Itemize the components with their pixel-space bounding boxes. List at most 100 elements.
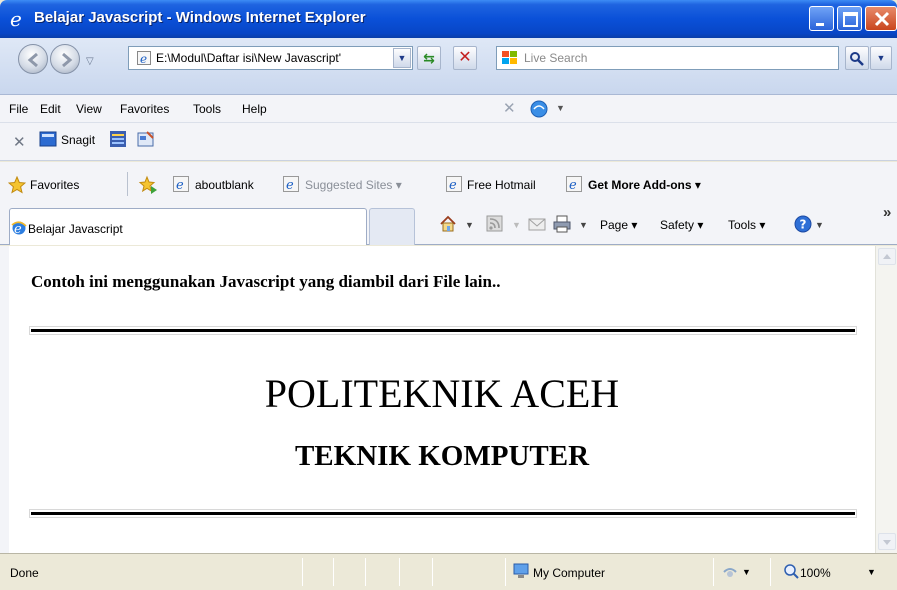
svg-text:e: e — [449, 178, 457, 192]
search-options-button[interactable]: ▼ — [870, 46, 892, 70]
address-dropdown-button[interactable]: ▼ — [393, 48, 411, 68]
back-button[interactable] — [18, 44, 48, 74]
protected-mode-dropdown[interactable]: ▼ — [742, 567, 751, 577]
status-divider — [302, 558, 303, 586]
computer-icon — [513, 563, 529, 578]
status-divider — [505, 558, 506, 586]
home-dropdown[interactable]: ▼ — [465, 220, 474, 230]
menu-edit[interactable]: Edit — [40, 102, 61, 116]
forward-icon — [62, 52, 73, 68]
snagit-capture-icon[interactable] — [109, 130, 127, 148]
help-dropdown[interactable]: ▼ — [815, 220, 824, 230]
tab-belajar-javascript[interactable]: e Belajar Javascript — [9, 208, 367, 245]
status-divider — [365, 558, 366, 586]
menu-favorites[interactable]: Favorites — [120, 102, 169, 116]
stop-button[interactable]: ✕ — [453, 46, 477, 70]
feeds-icon[interactable] — [486, 215, 504, 233]
maximize-button[interactable] — [837, 6, 862, 31]
svg-text:e: e — [10, 8, 22, 30]
status-divider — [432, 558, 433, 586]
chevron-down-icon — [883, 540, 891, 545]
back-icon — [27, 52, 38, 68]
favorite-suggested-sites[interactable]: Suggested Sites ▾ — [305, 178, 402, 192]
refresh-icon: ⇆ — [423, 50, 435, 66]
ie-page-icon: e — [566, 176, 582, 192]
zoom-icon[interactable] — [783, 563, 799, 579]
ie-logo-icon: e — [10, 8, 22, 30]
address-bar[interactable]: e E:\Modul\Daftar isi\New Javascript' ▼ — [128, 46, 413, 70]
help-dropdown[interactable]: ▼ — [556, 103, 565, 113]
close-snagit-icon[interactable]: ✕ — [13, 133, 26, 151]
print-dropdown[interactable]: ▼ — [579, 220, 588, 230]
favorites-bar: Favorites e aboutblank e Suggested Sites… — [0, 162, 897, 204]
navigation-bar: ▽ e E:\Modul\Daftar isi\New Javascript' … — [0, 38, 897, 95]
snagit-editor-icon[interactable] — [137, 130, 155, 148]
favorite-get-more-addons[interactable]: Get More Add-ons ▾ — [588, 178, 701, 192]
print-icon[interactable] — [553, 215, 571, 233]
ie-page-icon: e — [137, 51, 151, 65]
vertical-scrollbar[interactable] — [875, 246, 897, 553]
home-icon[interactable] — [439, 215, 457, 233]
close-toolbar-icon[interactable]: ✕ — [503, 99, 516, 117]
forward-button[interactable] — [50, 44, 80, 74]
tab-bar: e Belajar Javascript ▼ ▼ ▼ Page ▾ Safety… — [0, 204, 897, 245]
search-box[interactable]: Live Search — [496, 46, 839, 70]
ie-page-icon: e — [446, 176, 462, 192]
svg-text:?: ? — [800, 218, 807, 232]
protected-mode-icon[interactable] — [722, 564, 738, 580]
help-globe-icon[interactable] — [530, 100, 548, 118]
chevron-up-icon — [883, 254, 891, 259]
refresh-button[interactable]: ⇆ — [417, 46, 441, 70]
heading-politeknik: POLITEKNIK ACEH — [264, 371, 620, 416]
new-tab-button[interactable] — [369, 208, 415, 245]
recent-pages-dropdown[interactable]: ▽ — [86, 56, 94, 67]
search-button[interactable] — [845, 46, 869, 70]
add-favorite-icon[interactable] — [138, 175, 158, 195]
zoom-dropdown[interactable]: ▼ — [867, 567, 876, 577]
minimize-button[interactable] — [809, 6, 834, 31]
search-input[interactable]: Live Search — [524, 51, 587, 65]
safety-menu[interactable]: Safety ▾ — [660, 218, 703, 232]
help-icon[interactable]: ? — [794, 215, 812, 233]
page-menu[interactable]: Page ▾ — [600, 218, 637, 232]
feeds-dropdown[interactable]: ▼ — [512, 220, 521, 230]
tools-menu[interactable]: Tools ▾ — [728, 218, 765, 232]
status-bar: Done My Computer ▼ 100% ▼ — [0, 553, 897, 590]
menu-help[interactable]: Help — [242, 102, 267, 116]
svg-text:e: e — [14, 222, 22, 236]
favorites-separator — [127, 172, 128, 196]
menu-view[interactable]: View — [76, 102, 102, 116]
stop-icon: ✕ — [458, 49, 472, 66]
window-title: Belajar Javascript - Windows Internet Ex… — [34, 9, 366, 26]
svg-text:e: e — [569, 178, 577, 192]
horizontal-rule-bottom — [31, 512, 855, 515]
snagit-label[interactable]: Snagit — [61, 133, 95, 147]
scroll-up-button[interactable] — [878, 248, 896, 265]
close-button[interactable] — [865, 6, 897, 31]
status-text: Done — [10, 566, 39, 580]
title-bar[interactable]: e Belajar Javascript - Windows Internet … — [0, 0, 897, 38]
svg-text:e: e — [286, 178, 294, 192]
menu-file[interactable]: File — [9, 102, 28, 116]
mail-icon[interactable] — [528, 215, 546, 233]
snagit-icon[interactable] — [39, 130, 57, 148]
security-zone[interactable]: My Computer — [533, 566, 605, 580]
svg-text:e: e — [140, 52, 147, 65]
intro-text: Contoh ini menggunakan Javascript yang d… — [31, 272, 501, 291]
status-divider — [770, 558, 771, 586]
favorites-star-icon[interactable] — [8, 176, 26, 194]
zoom-level[interactable]: 100% — [800, 566, 831, 580]
ie-logo-icon: e — [11, 221, 27, 236]
more-commands-button[interactable]: » — [883, 204, 891, 221]
svg-text:e: e — [176, 178, 184, 192]
status-divider — [399, 558, 400, 586]
favorite-free-hotmail[interactable]: Free Hotmail — [467, 178, 536, 192]
favorite-aboutblank[interactable]: aboutblank — [195, 178, 254, 192]
menu-tools[interactable]: Tools — [193, 102, 221, 116]
address-input[interactable]: E:\Modul\Daftar isi\New Javascript' — [156, 51, 386, 65]
tab-title: Belajar Javascript — [28, 222, 123, 236]
menu-bar: File Edit View Favorites Tools Help ✕ ▼ — [0, 95, 897, 123]
favorites-button[interactable]: Favorites — [30, 178, 79, 192]
scroll-down-button[interactable] — [878, 533, 896, 550]
live-search-icon — [502, 51, 517, 64]
